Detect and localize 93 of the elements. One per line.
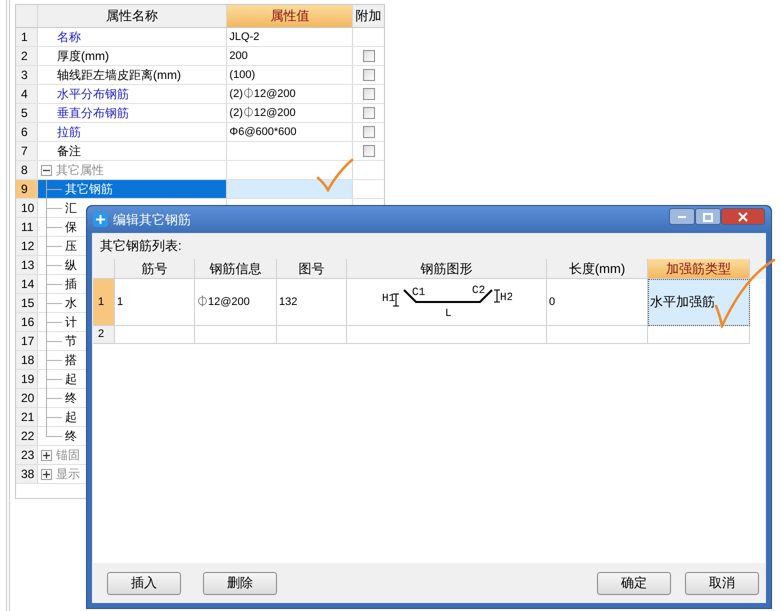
maximize-icon — [703, 212, 713, 222]
dialog-button[interactable]: 插入 — [107, 572, 181, 594]
property-name: 压 — [64, 238, 77, 255]
property-value[interactable]: (2)⏀12@200 — [229, 86, 296, 102]
checkbox[interactable] — [362, 126, 375, 138]
property-name: 轴线距左墙皮距离(mm) — [56, 67, 181, 84]
row-number: 4 — [16, 85, 38, 103]
row-number: 1 — [16, 28, 38, 46]
row-number: 1 — [93, 279, 115, 326]
property-name: 搭 — [64, 352, 77, 369]
checkbox[interactable] — [362, 50, 375, 62]
property-name: 保 — [64, 219, 77, 236]
row-number: 20 — [16, 389, 38, 407]
property-name: 水 — [64, 295, 77, 312]
row-number: 10 — [16, 199, 38, 217]
check-mark-icon — [316, 158, 354, 192]
column-header: 属性值 — [227, 5, 354, 27]
row-number: 15 — [16, 294, 38, 312]
collapse-box-icon[interactable] — [40, 164, 52, 176]
shape-number: 132 — [279, 294, 298, 310]
row-number: 14 — [16, 275, 38, 293]
close-icon — [738, 212, 748, 222]
dialog-button[interactable]: 确定 — [597, 572, 671, 594]
property-name: 汇 — [64, 200, 77, 217]
expand-box-icon[interactable] — [40, 468, 52, 480]
property-name: 拉筋 — [56, 124, 81, 141]
row-number: 21 — [16, 408, 38, 426]
checkbox[interactable] — [362, 69, 375, 81]
property-name: 垂直分布钢筋 — [56, 105, 129, 122]
checkbox[interactable] — [362, 88, 375, 100]
list-label: 其它钢筋列表: — [99, 237, 183, 256]
row-number: 11 — [16, 218, 38, 236]
bar-info: ⏀12@200 — [197, 294, 250, 310]
length-value: 0 — [549, 294, 556, 310]
minimize-button[interactable] — [669, 208, 695, 225]
property-name: 其它钢筋 — [64, 181, 113, 198]
row-number: 9 — [16, 180, 38, 198]
column-header: 附加 — [354, 7, 383, 26]
property-name: 厚度(mm) — [56, 48, 109, 65]
property-name: 起 — [64, 371, 77, 388]
checkbox[interactable] — [362, 145, 375, 157]
property-name: 起 — [64, 409, 77, 426]
column-header: 加强筋类型 — [648, 259, 750, 279]
close-button[interactable] — [721, 208, 765, 225]
property-name: 水平分布钢筋 — [56, 86, 129, 103]
value-cell[interactable] — [227, 180, 354, 198]
rebar-shape-drawing: H1 C1 C2 H2 L — [382, 284, 512, 320]
column-header: 钢筋图形 — [347, 259, 547, 279]
property-value[interactable]: JLQ-2 — [229, 28, 260, 46]
checkbox[interactable] — [362, 107, 375, 119]
row-number: 12 — [16, 237, 38, 255]
row-number: 8 — [16, 161, 38, 179]
row-number: 19 — [16, 370, 38, 388]
expand-box-icon[interactable] — [40, 450, 52, 460]
property-name: 备注 — [56, 143, 81, 160]
property-name: 锚固 — [56, 447, 80, 464]
row-number: 2 — [16, 47, 38, 65]
property-name: 插 — [64, 276, 77, 293]
dialog-button[interactable]: 取消 — [685, 572, 759, 594]
property-name: 终 — [64, 428, 77, 445]
maximize-button[interactable] — [695, 208, 721, 225]
row-number: 23 — [16, 446, 38, 464]
row-number: 6 — [16, 123, 38, 141]
row-number: 2 — [93, 326, 115, 344]
row-number: 3 — [16, 66, 38, 84]
row-number: 7 — [16, 142, 38, 160]
row-number: 38 — [16, 465, 38, 483]
bar-number: 1 — [117, 294, 124, 310]
reinforcement-type: 水平加强筋 — [650, 293, 715, 312]
property-value[interactable]: Φ6@600*600 — [229, 124, 296, 140]
row-number: 17 — [16, 332, 38, 350]
row-number: 5 — [16, 104, 38, 122]
property-name: 显示 — [56, 466, 80, 483]
property-name: 名称 — [56, 29, 81, 46]
dialog-button[interactable]: 删除 — [203, 572, 277, 594]
property-name: 其它属性 — [56, 162, 104, 179]
row-number: 18 — [16, 351, 38, 369]
property-value[interactable]: 200 — [229, 48, 248, 64]
minimize-icon — [678, 216, 686, 218]
property-value[interactable]: (100) — [229, 66, 256, 84]
column-header: 筋号 — [115, 259, 195, 279]
window-title: 编辑其它钢筋 — [113, 210, 191, 229]
row-number: 22 — [16, 427, 38, 445]
property-value[interactable]: (2)⏀12@200 — [229, 104, 296, 122]
column-header: 钢筋信息 — [195, 259, 277, 279]
property-name: 节 — [64, 333, 77, 350]
property-name: 计 — [64, 314, 77, 331]
app-icon — [93, 212, 108, 227]
property-name: 纵 — [64, 257, 77, 274]
column-header: 图号 — [277, 259, 347, 279]
row-number: 16 — [16, 313, 38, 331]
property-name: 终 — [64, 390, 77, 407]
row-number: 13 — [16, 256, 38, 274]
